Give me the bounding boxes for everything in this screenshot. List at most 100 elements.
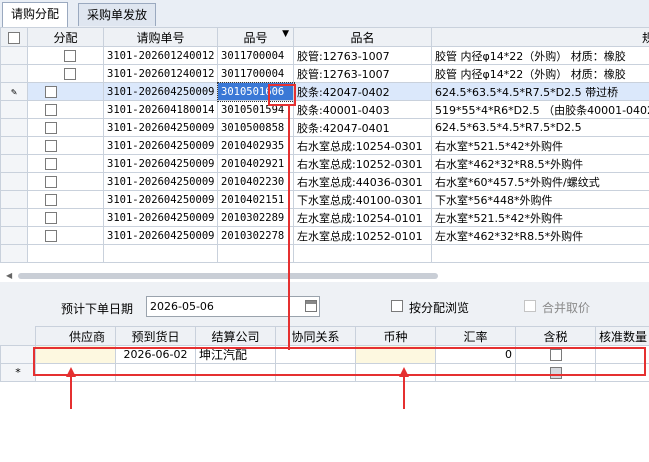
- allocate-checkbox[interactable]: [45, 103, 57, 116]
- spec-cell[interactable]: 右水室*462*32*R8.5*外购件: [431, 154, 649, 173]
- tab-po-release[interactable]: 采购单发放: [78, 3, 157, 26]
- allocate-cell[interactable]: [27, 136, 104, 155]
- spec-cell[interactable]: 624.5*63.5*4.5*R7.5*D2.5 带过桥: [431, 82, 649, 101]
- item-name-cell[interactable]: 胶条:42047-0402: [293, 82, 432, 101]
- allocate-checkbox[interactable]: [64, 67, 76, 80]
- item-code-cell[interactable]: 2010302278: [217, 226, 294, 245]
- request-no-cell[interactable]: 3101-202604250009: [103, 208, 218, 227]
- item-name-cell[interactable]: 右水室总成:10252-0301: [293, 154, 432, 173]
- table-row[interactable]: 3101-202604250009 2010302289 左水室总成:10254-0…: [0, 208, 649, 227]
- allocate-checkbox[interactable]: [45, 85, 57, 98]
- table-row[interactable]: ✎ 3101-202604250009 3010501606 胶条:42047-040…: [0, 81, 649, 102]
- allocate-cell[interactable]: [27, 100, 104, 119]
- spec-cell[interactable]: 胶管 内径φ14*22（外购） 材质：橡胶: [431, 64, 649, 83]
- allocate-checkbox[interactable]: [45, 211, 57, 224]
- allocate-cell[interactable]: [27, 226, 104, 245]
- request-no-cell[interactable]: 3101-202604250009: [103, 118, 218, 137]
- request-no-cell[interactable]: 3101-202601240012: [103, 46, 218, 65]
- item-code-cell[interactable]: 2010402921: [217, 154, 294, 173]
- allocate-cell[interactable]: [27, 172, 104, 191]
- request-no-cell[interactable]: 3101-202604250009: [103, 172, 218, 191]
- item-code-cell[interactable]: 3011700004: [217, 46, 294, 65]
- table-row[interactable]: 3101-202601240012 3011700004 胶管:12763-1007…: [0, 64, 649, 83]
- request-no-cell[interactable]: 3101-202601240012: [103, 64, 218, 83]
- spec-cell[interactable]: 下水室*56*448*外购件: [431, 190, 649, 209]
- allocate-cell[interactable]: [27, 64, 104, 83]
- col-supplier[interactable]: 供应商: [35, 326, 116, 346]
- col-settlement-company[interactable]: 结算公司: [195, 326, 276, 346]
- request-no-cell[interactable]: 3101-202604250009: [103, 154, 218, 173]
- item-name-cell[interactable]: 右水室总成:44036-0301: [293, 172, 432, 191]
- request-no-cell[interactable]: 3101-202604250009: [103, 190, 218, 209]
- spec-cell[interactable]: 左水室*521.5*42*外购件: [431, 208, 649, 227]
- select-all-checkbox[interactable]: [8, 31, 20, 44]
- scroll-left-icon[interactable]: ◀: [6, 271, 12, 280]
- item-name-cell[interactable]: 右水室总成:10254-0301: [293, 136, 432, 155]
- item-name-cell[interactable]: 下水室总成:40100-0301: [293, 190, 432, 209]
- allocate-checkbox[interactable]: [45, 193, 57, 206]
- table-row[interactable]: 3101-202604250009 2010402230 右水室总成:44036-0…: [0, 172, 649, 191]
- allocate-cell[interactable]: [27, 82, 104, 101]
- request-no-cell[interactable]: 3101-202604250009: [103, 82, 218, 101]
- item-name-cell[interactable]: 左水室总成:10252-0101: [293, 226, 432, 245]
- spec-cell[interactable]: 519*55*4*R6*D2.5 （由胶条40001-0402更: [431, 100, 649, 119]
- table-row[interactable]: 3101-202604250009 2010402921 右水室总成:10252-0…: [0, 154, 649, 173]
- col-request-no[interactable]: 请购单号: [103, 27, 218, 47]
- item-name-cell[interactable]: 胶管:12763-1007: [293, 64, 432, 83]
- allocate-cell[interactable]: [27, 154, 104, 173]
- item-code-cell[interactable]: 2010402935: [217, 136, 294, 155]
- merge-price-checkbox[interactable]: [524, 300, 536, 312]
- scroll-thumb[interactable]: [18, 273, 438, 279]
- spec-cell[interactable]: 右水室*60*457.5*外购件/螺纹式: [431, 172, 649, 191]
- spec-cell[interactable]: 胶管 内径φ14*22（外购） 材质：橡胶: [431, 46, 649, 65]
- col-approved-qty[interactable]: 核准数量: [595, 326, 649, 346]
- row-indicator: [0, 226, 28, 245]
- item-code-cell[interactable]: 2010402230: [217, 172, 294, 191]
- allocate-checkbox[interactable]: [45, 175, 57, 188]
- allocate-cell[interactable]: [27, 46, 104, 65]
- col-allocate[interactable]: 分配: [27, 27, 104, 47]
- spec-cell[interactable]: 左水室*462*32*R8.5*外购件: [431, 226, 649, 245]
- tab-request-allocation[interactable]: 请购分配: [2, 2, 69, 27]
- col-arrival-date[interactable]: 预到货日: [115, 326, 196, 346]
- table-row[interactable]: 3101-202604250009 3010500858 胶条:42047-0401…: [0, 118, 649, 137]
- col-item-code[interactable]: 品号 ▼: [217, 27, 294, 47]
- table-row[interactable]: 3101-202604250009 2010302278 左水室总成:10252-0…: [0, 226, 649, 245]
- allocate-checkbox[interactable]: [45, 139, 57, 152]
- allocate-cell[interactable]: [27, 190, 104, 209]
- select-all-header[interactable]: [0, 27, 28, 47]
- request-no-cell[interactable]: 3101-202604250009: [103, 226, 218, 245]
- item-name-cell[interactable]: 胶条:40001-0403: [293, 100, 432, 119]
- col-item-name[interactable]: 品名: [293, 27, 432, 47]
- item-name-cell[interactable]: 胶条:42047-0401: [293, 118, 432, 137]
- item-code-cell[interactable]: 2010302289: [217, 208, 294, 227]
- item-name-cell[interactable]: 左水室总成:10254-0101: [293, 208, 432, 227]
- allocate-checkbox[interactable]: [45, 229, 57, 242]
- browse-by-allocation-checkbox[interactable]: [391, 300, 403, 312]
- col-tax-included[interactable]: 含税: [515, 326, 596, 346]
- calendar-icon[interactable]: [305, 300, 317, 312]
- col-currency[interactable]: 币种: [355, 326, 436, 346]
- spec-cell[interactable]: 右水室*521.5*42*外购件: [431, 136, 649, 155]
- allocate-checkbox[interactable]: [45, 157, 57, 170]
- request-no-cell[interactable]: 3101-202604180014: [103, 100, 218, 119]
- col-rate[interactable]: 汇率: [435, 326, 516, 346]
- allocate-cell[interactable]: [27, 208, 104, 227]
- table-row[interactable]: 3101-202604250009 2010402151 下水室总成:40100-0…: [0, 190, 649, 209]
- allocate-checkbox[interactable]: [45, 121, 57, 134]
- expected-order-date-input[interactable]: 2026-05-06: [146, 296, 320, 317]
- allocate-checkbox[interactable]: [64, 49, 76, 62]
- request-no-cell[interactable]: 3101-202604250009: [103, 136, 218, 155]
- item-code-cell[interactable]: 3011700004: [217, 64, 294, 83]
- filter-dropdown-icon[interactable]: ▼: [282, 29, 289, 39]
- table-row[interactable]: 3101-202601240012 3011700004 胶管:12763-1007…: [0, 46, 649, 65]
- allocate-cell[interactable]: [27, 118, 104, 137]
- item-code-cell[interactable]: 3010500858: [217, 118, 294, 137]
- item-name-cell[interactable]: 胶管:12763-1007: [293, 46, 432, 65]
- item-code-cell[interactable]: 2010402151: [217, 190, 294, 209]
- col-spec[interactable]: 规格: [431, 27, 649, 47]
- spec-cell[interactable]: 624.5*63.5*4.5*R7.5*D2.5: [431, 118, 649, 137]
- table-row[interactable]: 3101-202604250009 2010402935 右水室总成:10254-0…: [0, 136, 649, 155]
- table-row[interactable]: 3101-202604180014 3010501594 胶条:40001-0403…: [0, 100, 649, 119]
- horizontal-scrollbar[interactable]: ◀: [6, 271, 646, 281]
